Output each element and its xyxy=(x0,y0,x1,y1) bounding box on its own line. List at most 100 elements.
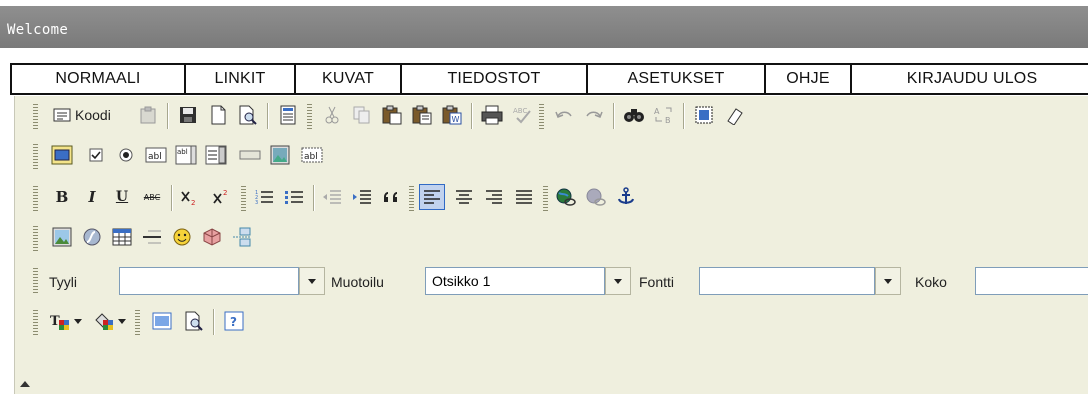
menu-linkit[interactable]: LINKIT xyxy=(184,63,294,95)
bulleted-list-button[interactable] xyxy=(281,184,307,210)
toolbar-grip[interactable] xyxy=(33,268,38,294)
toolbar-grip[interactable] xyxy=(409,186,414,212)
align-left-button[interactable] xyxy=(419,184,445,210)
select-all-button[interactable] xyxy=(691,102,717,128)
menu-tiedostot[interactable]: TIEDOSTOT xyxy=(400,63,586,95)
blockquote-button[interactable] xyxy=(379,184,405,210)
button-element-icon xyxy=(239,150,261,160)
menu-label: KIRJAUDU ULOS xyxy=(906,70,1038,87)
save-button[interactable] xyxy=(175,102,201,128)
style-dropdown-button[interactable] xyxy=(299,267,325,295)
size-label: Koko xyxy=(915,274,947,290)
superscript-button[interactable]: 2 xyxy=(209,184,235,210)
templates-doc-button[interactable] xyxy=(275,102,301,128)
toolbar-grip[interactable] xyxy=(543,186,548,212)
print-button[interactable] xyxy=(479,102,505,128)
text-color-button[interactable]: T xyxy=(45,308,85,334)
toolbar-grip[interactable] xyxy=(33,226,38,252)
format-dropdown-button[interactable] xyxy=(605,267,631,295)
replace-button[interactable]: AB xyxy=(651,102,677,128)
image-button-button[interactable] xyxy=(267,142,293,168)
textarea-icon: abl xyxy=(175,145,197,165)
align-right-button[interactable] xyxy=(481,184,507,210)
templates-button[interactable] xyxy=(135,102,161,128)
image-button-icon xyxy=(270,145,290,165)
hidden-field-icon: abl xyxy=(301,147,323,163)
toolbar-grip[interactable] xyxy=(539,104,544,130)
italic-button[interactable]: I xyxy=(79,184,105,210)
hidden-field-button[interactable]: abl xyxy=(299,142,325,168)
image-button[interactable] xyxy=(49,224,75,250)
anchor-button[interactable] xyxy=(613,184,639,210)
menu-ohje[interactable]: OHJE xyxy=(764,63,850,95)
menu-asetukset[interactable]: ASETUKSET xyxy=(586,63,764,95)
checkbox-button[interactable] xyxy=(83,142,109,168)
separator xyxy=(267,103,268,129)
toolbar-grip[interactable] xyxy=(135,310,140,336)
undo-button[interactable] xyxy=(551,102,577,128)
find-button[interactable] xyxy=(621,102,647,128)
svg-text:2: 2 xyxy=(191,199,195,206)
underline-button[interactable]: U xyxy=(109,184,135,210)
preview-button[interactable] xyxy=(235,102,261,128)
flash-button[interactable] xyxy=(79,224,105,250)
bold-button[interactable]: B xyxy=(49,184,75,210)
menu-kirjaudu-ulos[interactable]: KIRJAUDU ULOS xyxy=(850,63,1088,95)
toolbar-grip[interactable] xyxy=(33,310,38,336)
button-element-button[interactable] xyxy=(237,142,263,168)
link-button[interactable] xyxy=(553,184,579,210)
menu-kuvat[interactable]: KUVAT xyxy=(294,63,400,95)
radio-button[interactable] xyxy=(113,142,139,168)
menu-normaali[interactable]: NORMAALI xyxy=(10,63,184,95)
binoculars-icon xyxy=(624,109,644,122)
cut-button[interactable] xyxy=(319,102,345,128)
toolbar-grip[interactable] xyxy=(33,144,38,170)
outdent-button[interactable] xyxy=(319,184,345,210)
smiley-button[interactable] xyxy=(169,224,195,250)
spellcheck-button[interactable]: ABC xyxy=(509,102,535,128)
strike-button[interactable]: ABC xyxy=(139,184,165,210)
show-blocks-button[interactable] xyxy=(149,308,175,334)
source-button[interactable]: Koodi xyxy=(49,102,129,128)
style-label: Tyyli xyxy=(49,274,77,290)
special-char-button[interactable] xyxy=(199,224,225,250)
justify-button[interactable] xyxy=(511,184,537,210)
collapse-toolbar-icon[interactable] xyxy=(20,381,30,387)
align-center-button[interactable] xyxy=(451,184,477,210)
form-button[interactable] xyxy=(49,142,75,168)
table-button[interactable] xyxy=(109,224,135,250)
remove-format-button[interactable] xyxy=(721,102,747,128)
toolbar-grip[interactable] xyxy=(33,186,38,212)
format-label: Muotoilu xyxy=(331,274,384,290)
redo-button[interactable] xyxy=(581,102,607,128)
format-value: Otsikko 1 xyxy=(432,273,491,289)
textarea-button[interactable]: abl xyxy=(173,142,199,168)
format-select[interactable]: Otsikko 1 xyxy=(425,267,605,295)
font-dropdown-button[interactable] xyxy=(875,267,901,295)
page-break-button[interactable] xyxy=(229,224,255,250)
copy-button[interactable] xyxy=(349,102,375,128)
paste-word-button[interactable]: W xyxy=(439,102,465,128)
paste-text-button[interactable] xyxy=(409,102,435,128)
textfield-button[interactable]: abl xyxy=(143,142,169,168)
horizontal-rule-button[interactable] xyxy=(139,224,165,250)
unlink-button[interactable] xyxy=(583,184,609,210)
align-left-icon xyxy=(424,190,440,204)
select-field-button[interactable] xyxy=(203,142,229,168)
preview-print-button[interactable] xyxy=(181,308,207,334)
subscript-button[interactable]: 2 xyxy=(177,184,203,210)
toolbar-grip[interactable] xyxy=(241,186,246,212)
size-select[interactable] xyxy=(975,267,1088,295)
indent-button[interactable] xyxy=(349,184,375,210)
numbered-list-button[interactable]: 123 xyxy=(251,184,277,210)
toolbar-grip[interactable] xyxy=(33,104,38,130)
background-color-button[interactable] xyxy=(89,308,129,334)
toolbar-grip[interactable] xyxy=(307,104,312,130)
font-select[interactable] xyxy=(699,267,875,295)
menu-label: TIEDOSTOT xyxy=(447,70,541,87)
about-button[interactable]: ? xyxy=(221,308,247,334)
new-page-button[interactable] xyxy=(205,102,231,128)
style-select[interactable] xyxy=(119,267,299,295)
paste-button[interactable] xyxy=(379,102,405,128)
separator xyxy=(171,185,172,211)
